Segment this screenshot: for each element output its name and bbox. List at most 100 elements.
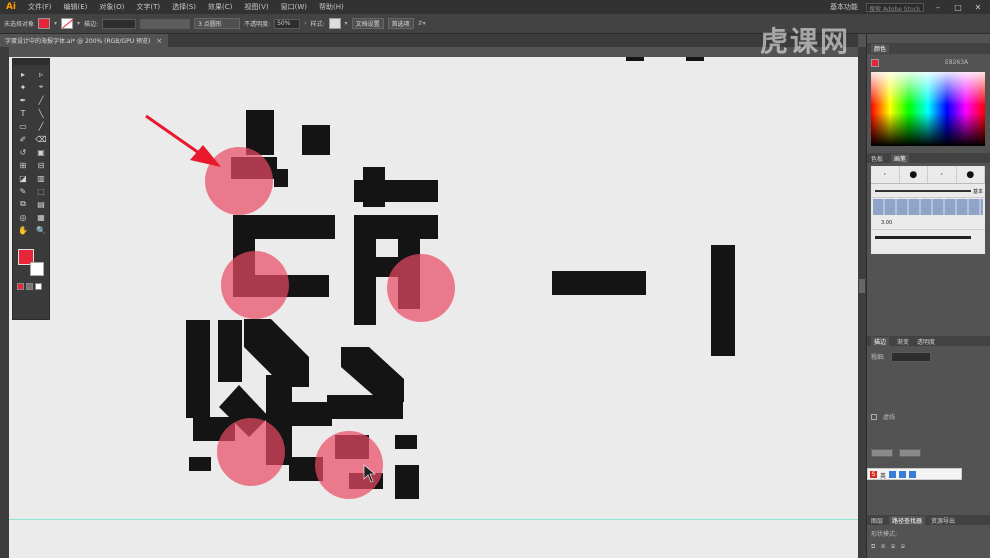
symbol-sprayer-tool-icon[interactable]: ⧉ (15, 198, 31, 210)
color-hex-value[interactable]: E8263A (945, 59, 968, 66)
direct-selection-tool-icon[interactable]: ▹ (33, 68, 49, 80)
line-tool-icon[interactable]: ╲ (33, 107, 49, 119)
brush-basic[interactable]: 基本 (871, 184, 985, 198)
gradient-mode-icon[interactable] (26, 283, 33, 290)
brush-dot-medium-icon[interactable]: ● (900, 166, 928, 183)
style-dropdown-icon[interactable]: ▾ (345, 20, 348, 27)
paintbrush-tool-icon[interactable]: ╱ (33, 120, 49, 132)
document-tabbar: 字蛋设计中的海报字体.ai* @ 200% (RGB/GPU 预览) × (0, 34, 858, 47)
blend-tool-icon[interactable]: ⬚ (33, 185, 49, 197)
close-tab-icon[interactable]: × (156, 37, 162, 45)
stroke-tab[interactable]: 描边 (871, 336, 890, 346)
stroke-dropdown-icon[interactable]: ▾ (77, 20, 80, 27)
selection-tool-icon[interactable]: ▸ (15, 68, 31, 80)
menu-view[interactable]: 视图(V) (238, 2, 274, 12)
hand-tool-icon[interactable]: ✋ (15, 224, 31, 236)
stock-search-input[interactable]: 搜索 Adobe Stock (866, 2, 924, 13)
vertical-scrollbar[interactable] (858, 47, 866, 558)
menu-object[interactable]: 对象(O) (93, 2, 130, 12)
minimize-button[interactable]: – (932, 3, 944, 12)
document-tab[interactable]: 字蛋设计中的海报字体.ai* @ 200% (RGB/GPU 预览) × (0, 34, 168, 47)
arrow-shaft (145, 114, 200, 155)
asset-export-tab[interactable]: 资源导出 (931, 516, 955, 525)
color-panel-fill[interactable] (871, 58, 879, 67)
none-mode-icon[interactable] (35, 283, 42, 290)
scroll-thumb[interactable] (859, 279, 865, 293)
ime-language[interactable]: 英 (880, 471, 886, 480)
brush-calligraphic[interactable]: 3.00 (871, 216, 985, 230)
unite-icon[interactable]: ⧉ (871, 543, 875, 551)
pathfinder-tab[interactable]: 路径查找器 (889, 515, 926, 525)
graph-tool-icon[interactable]: ▤ (33, 198, 49, 210)
toolbox-stroke-swatch[interactable] (30, 262, 44, 276)
ime-mode-icon[interactable] (889, 470, 897, 478)
brush-dot-tiny-icon[interactable]: · (928, 166, 957, 183)
free-transform-tool-icon[interactable]: ⊟ (33, 159, 49, 171)
type-tool-icon[interactable]: T (15, 107, 31, 119)
eyedropper-tool-icon[interactable]: ✎ (15, 185, 31, 197)
color-mode-icon[interactable] (17, 283, 24, 290)
guide-line[interactable] (9, 519, 858, 520)
brush-dot-small-icon[interactable]: · (871, 166, 900, 183)
dashed-checkbox[interactable] (871, 413, 877, 420)
eraser-tool-icon[interactable]: ⌫ (33, 133, 49, 145)
gradient-tab[interactable]: 渐变 (897, 337, 909, 346)
glyph-stroke (354, 180, 438, 202)
brush-charcoal[interactable] (871, 230, 985, 244)
menu-window[interactable]: 窗口(W) (275, 2, 313, 12)
graphic-style-swatch[interactable] (328, 18, 341, 29)
menu-edit[interactable]: 编辑(E) (58, 2, 94, 12)
preferences-button[interactable]: 首选项 (387, 18, 414, 29)
opacity-arrow-icon[interactable]: › (304, 20, 306, 27)
intersect-icon[interactable]: ⧇ (891, 543, 895, 551)
maximize-button[interactable]: □ (952, 3, 964, 12)
glyph-lower (186, 319, 419, 499)
stroke-weight-input[interactable] (102, 18, 137, 29)
magic-wand-tool-icon[interactable]: ✦ (15, 81, 31, 93)
swatches-tab[interactable]: 色板 (871, 154, 883, 163)
rectangle-tool-icon[interactable]: ▭ (15, 120, 31, 132)
menu-effect[interactable]: 效果(C) (202, 2, 238, 12)
arrange-icon[interactable]: ⇵▾ (418, 20, 426, 27)
close-window-button[interactable]: ✕ (972, 3, 984, 12)
exclude-icon[interactable]: ⧆ (901, 543, 905, 551)
document-setup-button[interactable]: 文档设置 (351, 18, 384, 29)
zoom-tool-icon[interactable]: 🔍 (33, 224, 49, 236)
brushes-tab[interactable]: 画笔 (891, 153, 910, 163)
brush-pattern-preview[interactable] (873, 199, 983, 215)
artboard-tool-icon[interactable]: ◎ (15, 211, 31, 223)
workspace-switcher[interactable]: 基本功能 (830, 2, 858, 12)
dash-box[interactable] (871, 448, 893, 457)
fill-dropdown-icon[interactable]: ▾ (54, 20, 57, 27)
artboard-canvas[interactable] (9, 57, 858, 558)
rotate-tool-icon[interactable]: ↺ (15, 146, 31, 158)
perspective-grid-tool-icon[interactable]: ▥ (33, 172, 49, 184)
shape-builder-tool-icon[interactable]: ◪ (15, 172, 31, 184)
weight-input[interactable] (891, 351, 932, 362)
opacity-input[interactable]: 50% (274, 18, 301, 29)
menu-type[interactable]: 文字(T) (130, 2, 166, 12)
brush-definition-select[interactable]: 3 点圆形 (194, 18, 241, 29)
width-tool-icon[interactable]: ⊞ (15, 159, 31, 171)
menu-help[interactable]: 帮助(H) (313, 2, 350, 12)
menu-select[interactable]: 选择(S) (166, 2, 202, 12)
layers-tab[interactable]: 图层 (871, 516, 883, 525)
stroke-swatch[interactable] (61, 18, 74, 29)
scale-tool-icon[interactable]: ▣ (33, 146, 49, 158)
menu-file[interactable]: 文件(F) (22, 2, 58, 12)
transparency-tab[interactable]: 透明度 (917, 337, 935, 346)
gap-box[interactable] (899, 448, 921, 457)
brush-dot-large-icon[interactable]: ● (957, 166, 985, 183)
slice-tool-icon[interactable]: ▦ (33, 211, 49, 223)
minus-front-icon[interactable]: ⧈ (881, 543, 885, 551)
curvature-tool-icon[interactable]: ╱ (33, 94, 49, 106)
ime-keyboard-icon[interactable] (899, 470, 907, 478)
ime-settings-icon[interactable] (909, 470, 917, 478)
color-spectrum[interactable] (871, 72, 985, 146)
variable-width-input[interactable] (140, 18, 191, 29)
color-panel-tab[interactable]: 颜色 (871, 44, 890, 53)
pen-tool-icon[interactable]: ✒ (15, 94, 31, 106)
shaper-tool-icon[interactable]: ✐ (15, 133, 31, 145)
lasso-tool-icon[interactable]: ⌖ (33, 81, 49, 93)
fill-swatch[interactable] (38, 18, 51, 29)
